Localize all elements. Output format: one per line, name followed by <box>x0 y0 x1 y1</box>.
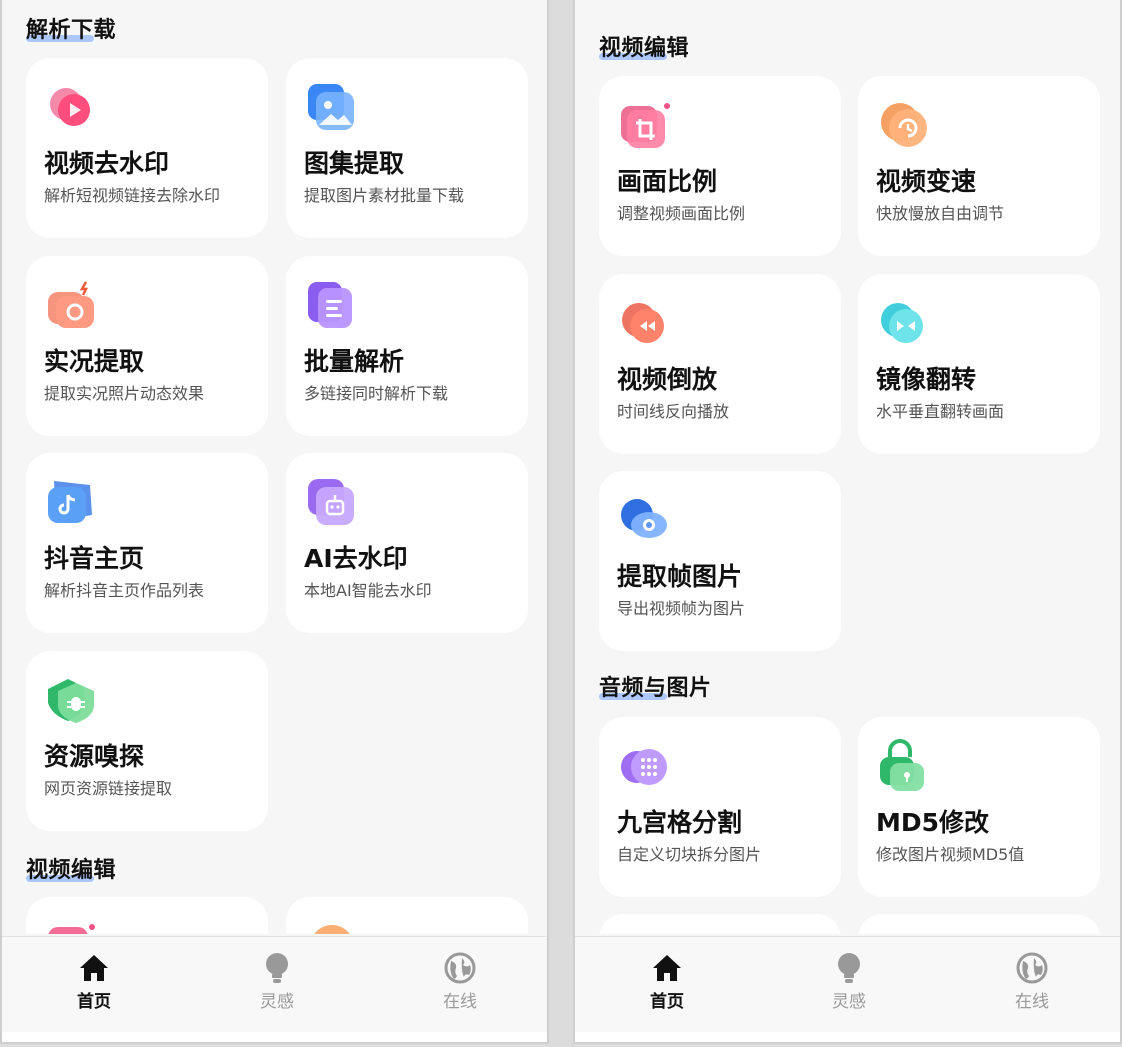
card-video-watermark[interactable]: 视频去水印 解析短视频链接去除水印 <box>26 58 268 238</box>
globe-icon <box>444 952 476 984</box>
card-title: 九宫格分割 <box>617 808 743 837</box>
card-title: 批量解析 <box>304 347 405 376</box>
speed-icon <box>876 98 932 154</box>
bottom-safe-area <box>575 1032 1120 1042</box>
tab-label: 首页 <box>650 992 684 1012</box>
card-aspect-ratio-partial[interactable] <box>26 897 268 934</box>
tab-label: 灵感 <box>832 992 866 1012</box>
card-subtitle: 修改图片视频MD5值 <box>876 845 1025 864</box>
card-ai-watermark[interactable]: AI去水印 本地AI智能去水印 <box>286 453 528 633</box>
section-title-video-edit: 视频编辑 <box>26 858 117 883</box>
tab-label: 首页 <box>77 992 111 1012</box>
section-title-audio-image: 音频与图片 <box>599 676 712 701</box>
card-batch-parse[interactable]: 批量解析 多链接同时解析下载 <box>286 256 528 436</box>
card-title: 镜像翻转 <box>876 365 977 394</box>
lightbulb-icon <box>266 953 288 983</box>
card-subtitle: 网页资源链接提取 <box>44 779 173 798</box>
card-mirror-flip[interactable]: 镜像翻转 水平垂直翻转画面 <box>858 274 1100 454</box>
bottom-tab-bar: 首页 灵感 在线 <box>2 936 547 1032</box>
section-title-download: 解析下载 <box>26 18 117 43</box>
card-subtitle: 调整视频画面比例 <box>617 204 746 223</box>
card-title: AI去水印 <box>304 544 408 573</box>
home-icon <box>653 955 681 981</box>
card-subtitle: 解析抖音主页作品列表 <box>44 581 205 600</box>
tab-label: 在线 <box>1015 992 1049 1012</box>
tab-home[interactable]: 首页 <box>54 951 134 1012</box>
scroll-area[interactable]: 解析下载 视频去水印 解析短视频链接去除水印 图集提取 提取图片素材批量下载 实… <box>2 0 547 934</box>
lock-icon <box>876 739 932 795</box>
card-subtitle: 自定义切块拆分图片 <box>617 845 762 864</box>
phone-screen-left: 解析下载 视频去水印 解析短视频链接去除水印 图集提取 提取图片素材批量下载 实… <box>0 0 549 1044</box>
card-nine-grid[interactable]: 九宫格分割 自定义切块拆分图片 <box>599 717 841 897</box>
card-partial[interactable] <box>599 914 841 934</box>
card-douyin-home[interactable]: 抖音主页 解析抖音主页作品列表 <box>26 453 268 633</box>
phone-screen-right: 视频编辑 画面比例 调整视频画面比例 视频变速 快放慢放自由调节 视频倒放 时间… <box>573 0 1122 1044</box>
robot-icon <box>304 475 360 531</box>
card-resource-sniff[interactable]: 资源嗅探 网页资源链接提取 <box>26 651 268 831</box>
image-icon <box>304 80 360 136</box>
card-title: 实况提取 <box>44 347 145 376</box>
grid-icon <box>617 739 673 795</box>
card-extract-frame[interactable]: 提取帧图片 导出视频帧为图片 <box>599 471 841 651</box>
tab-online[interactable]: 在线 <box>420 951 500 1012</box>
card-title: 视频去水印 <box>44 149 170 178</box>
speed-icon <box>304 919 360 934</box>
bug-shield-icon <box>44 673 100 729</box>
tab-online[interactable]: 在线 <box>992 951 1072 1012</box>
card-subtitle: 水平垂直翻转画面 <box>876 402 1005 421</box>
bottom-safe-area <box>2 1032 547 1042</box>
card-subtitle: 导出视频帧为图片 <box>617 599 746 618</box>
card-subtitle: 多链接同时解析下载 <box>304 384 449 403</box>
card-aspect-ratio[interactable]: 画面比例 调整视频画面比例 <box>599 76 841 256</box>
card-subtitle: 提取实况照片动态效果 <box>44 384 205 403</box>
card-title: 提取帧图片 <box>617 562 743 591</box>
card-title: 抖音主页 <box>44 544 145 573</box>
play-circle-icon <box>44 80 100 136</box>
document-list-icon <box>304 278 360 334</box>
card-md5-modify[interactable]: MD5修改 修改图片视频MD5值 <box>858 717 1100 897</box>
card-subtitle: 解析短视频链接去除水印 <box>44 186 221 205</box>
card-subtitle: 快放慢放自由调节 <box>876 204 1005 223</box>
card-subtitle: 提取图片素材批量下载 <box>304 186 465 205</box>
card-gallery[interactable]: 图集提取 提取图片素材批量下载 <box>286 58 528 238</box>
section-title-video-edit: 视频编辑 <box>599 36 690 61</box>
live-camera-icon <box>44 278 100 334</box>
flip-icon <box>876 296 932 352</box>
globe-icon <box>1016 952 1048 984</box>
crop-icon <box>44 919 100 934</box>
tab-inspire[interactable]: 灵感 <box>809 951 889 1012</box>
scroll-area[interactable]: 视频编辑 画面比例 调整视频画面比例 视频变速 快放慢放自由调节 视频倒放 时间… <box>575 0 1120 934</box>
tiktok-icon <box>44 475 100 531</box>
card-video-speed[interactable]: 视频变速 快放慢放自由调节 <box>858 76 1100 256</box>
card-subtitle: 时间线反向播放 <box>617 402 730 421</box>
card-title: 资源嗅探 <box>44 742 145 771</box>
card-title: 视频倒放 <box>617 365 718 394</box>
home-icon <box>80 955 108 981</box>
card-video-reverse[interactable]: 视频倒放 时间线反向播放 <box>599 274 841 454</box>
card-subtitle: 本地AI智能去水印 <box>304 581 432 600</box>
card-title: MD5修改 <box>876 808 990 837</box>
tab-inspire[interactable]: 灵感 <box>237 951 317 1012</box>
card-live-photo[interactable]: 实况提取 提取实况照片动态效果 <box>26 256 268 436</box>
card-title: 视频变速 <box>876 167 977 196</box>
card-partial[interactable] <box>858 914 1100 934</box>
card-title: 图集提取 <box>304 149 405 178</box>
tab-label: 在线 <box>443 992 477 1012</box>
lightbulb-icon <box>838 953 860 983</box>
card-title: 画面比例 <box>617 167 718 196</box>
crop-icon <box>617 98 673 154</box>
bottom-tab-bar: 首页 灵感 在线 <box>575 936 1120 1032</box>
card-speed-partial[interactable] <box>286 897 528 934</box>
frame-icon <box>617 493 673 549</box>
tab-label: 灵感 <box>260 992 294 1012</box>
tab-home[interactable]: 首页 <box>627 951 707 1012</box>
rewind-icon <box>617 296 673 352</box>
